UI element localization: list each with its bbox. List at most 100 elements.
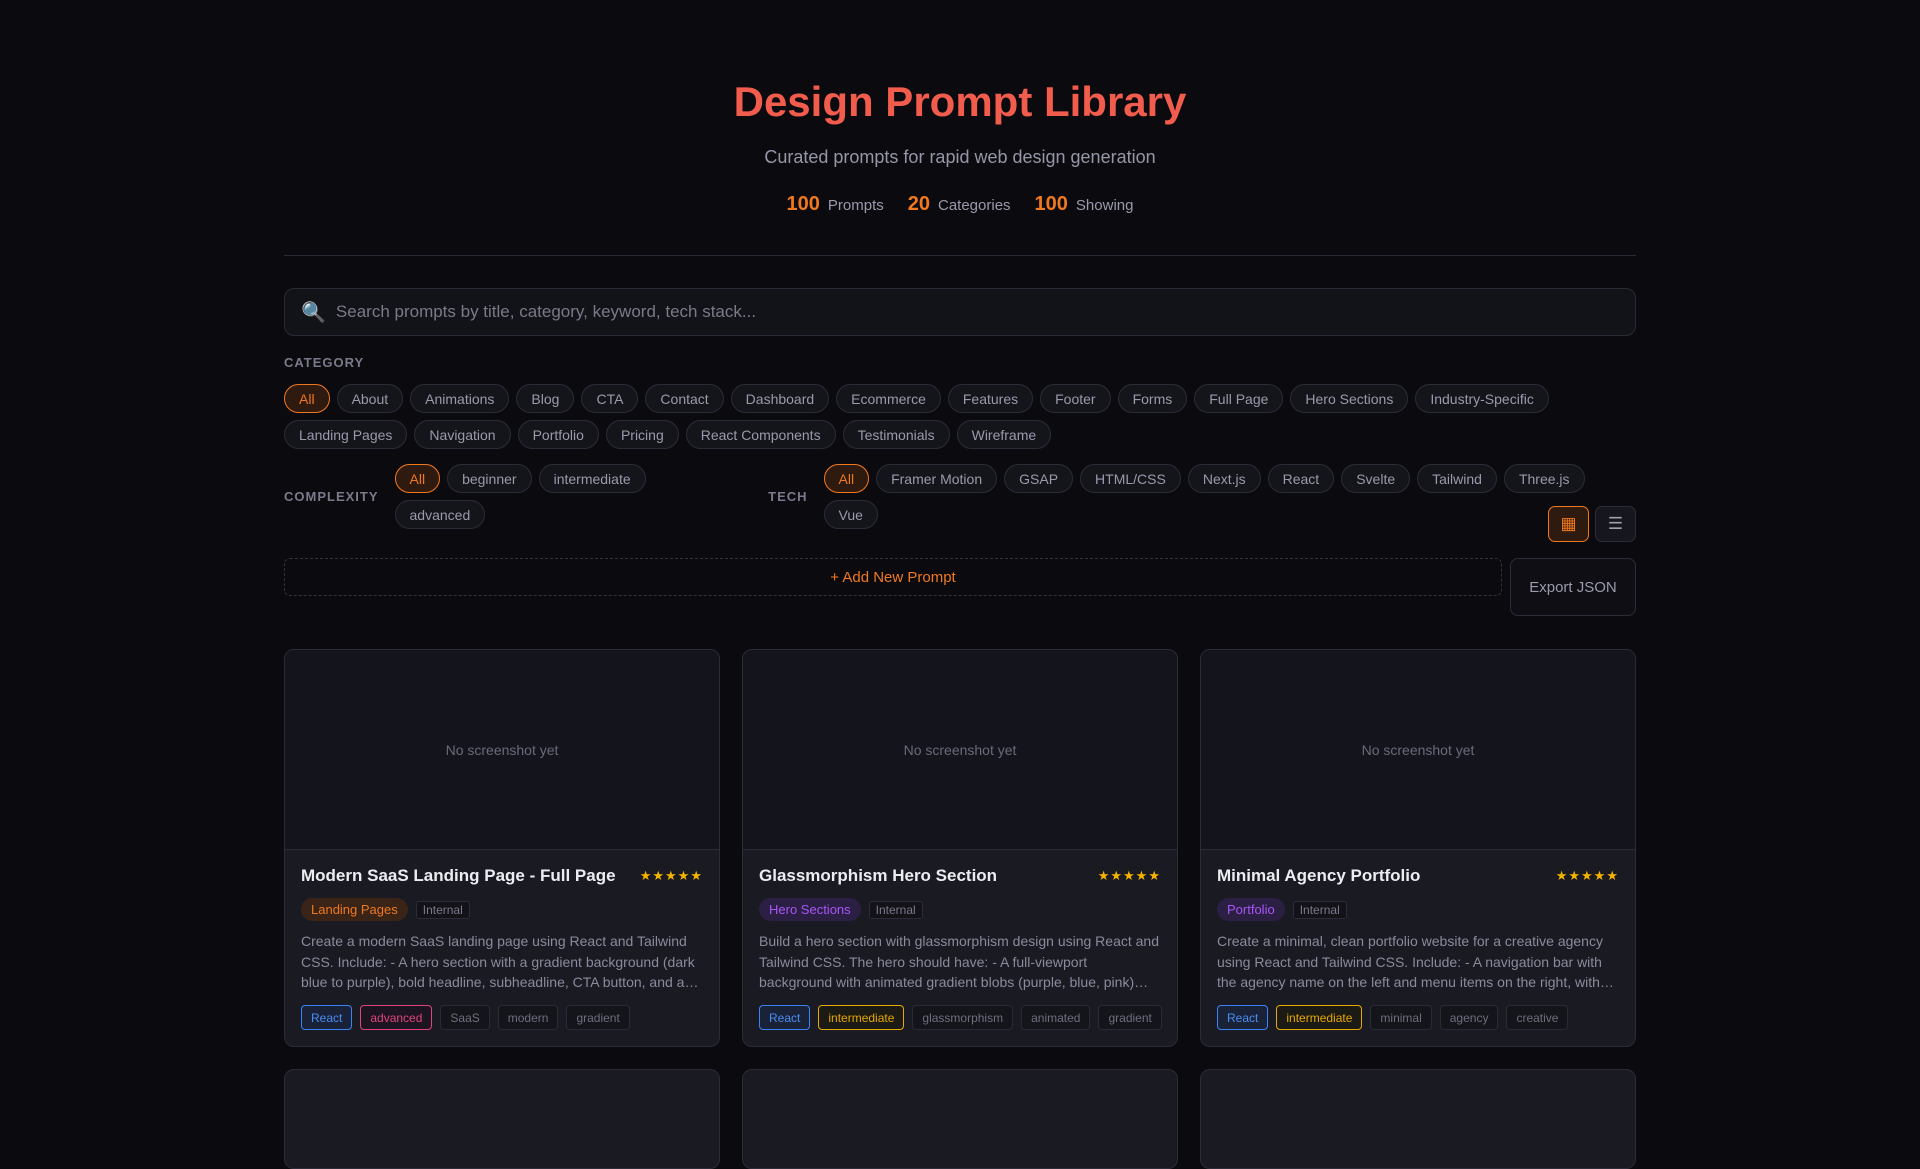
- category-chip-pricing[interactable]: Pricing: [605, 420, 679, 449]
- category-label: CATEGORY: [284, 355, 365, 370]
- tech-chip-three-js[interactable]: Three.js: [1503, 464, 1585, 493]
- stat-categories: 20 Categories: [908, 193, 1011, 216]
- divider: [284, 255, 1636, 256]
- prompt-card[interactable]: No screenshot yet Minimal Agency Portfol…: [1200, 649, 1636, 1047]
- prompt-card[interactable]: [284, 1069, 720, 1169]
- source-badge: Internal: [415, 900, 470, 919]
- screenshot-placeholder: No screenshot yet: [1201, 650, 1635, 850]
- complexity-chip-intermediate[interactable]: intermediate: [538, 464, 646, 493]
- keyword-tag: SaaS: [440, 1005, 490, 1030]
- tech-chip-all[interactable]: All: [823, 464, 870, 493]
- tech-filters: All Framer Motion GSAP HTML/CSS Next.js React…: [823, 464, 1636, 529]
- category-chip-animations[interactable]: Animations: [410, 384, 510, 413]
- tech-label: TECH: [768, 489, 808, 504]
- category-chip-dashboard[interactable]: Dashboard: [730, 384, 830, 413]
- category-chip-footer[interactable]: Footer: [1040, 384, 1111, 413]
- complexity-tag: intermediate: [1276, 1005, 1363, 1030]
- prompt-card[interactable]: [742, 1069, 1178, 1169]
- category-chip-wireframe[interactable]: Wireframe: [956, 420, 1052, 449]
- card-title: Minimal Agency Portfolio: [1217, 866, 1421, 885]
- tech-tag: React: [301, 1005, 353, 1030]
- stat-showing: 100 Showing: [1035, 193, 1134, 216]
- category-chip-cta[interactable]: CTA: [581, 384, 639, 413]
- grid-view-button[interactable]: ▦: [1548, 506, 1589, 542]
- export-json-button[interactable]: Export JSON: [1510, 558, 1636, 616]
- tech-chip-framer-motion[interactable]: Framer Motion: [876, 464, 998, 493]
- category-chip-full-page[interactable]: Full Page: [1194, 384, 1284, 413]
- card-description: Create a modern SaaS landing page using …: [301, 933, 699, 990]
- stat-value: 100: [1034, 193, 1068, 215]
- card-title: Modern SaaS Landing Page - Full Page: [301, 866, 616, 885]
- category-chip-ecommerce[interactable]: Ecommerce: [836, 384, 941, 413]
- complexity-chip-advanced[interactable]: advanced: [394, 500, 486, 529]
- keyword-tag: animated: [1021, 1005, 1091, 1030]
- category-chip-hero-sections[interactable]: Hero Sections: [1290, 384, 1409, 413]
- stat-label: Prompts: [827, 197, 884, 214]
- category-chip-forms[interactable]: Forms: [1117, 384, 1188, 413]
- prompt-card[interactable]: [1200, 1069, 1636, 1169]
- category-chip-industry-specific[interactable]: Industry-Specific: [1415, 384, 1549, 413]
- category-chip-features[interactable]: Features: [947, 384, 1034, 413]
- category-tag: Portfolio: [1217, 898, 1285, 921]
- complexity-filters: All beginner intermediate advanced: [394, 464, 740, 529]
- search-input[interactable]: [335, 302, 1586, 322]
- screenshot-placeholder: No screenshot yet: [743, 650, 1177, 850]
- tech-chip-svelte[interactable]: Svelte: [1341, 464, 1411, 493]
- tech-chip-next-js[interactable]: Next.js: [1187, 464, 1261, 493]
- complexity-tag: intermediate: [818, 1005, 905, 1030]
- stat-label: Showing: [1075, 197, 1134, 214]
- list-view-button[interactable]: ☰: [1595, 506, 1636, 542]
- keyword-tag: agency: [1439, 1005, 1499, 1030]
- card-title: Glassmorphism Hero Section: [759, 866, 998, 885]
- category-chip-landing-pages[interactable]: Landing Pages: [284, 420, 408, 449]
- card-description: Create a minimal, clean portfolio websit…: [1217, 933, 1603, 990]
- keyword-tag: gradient: [1098, 1005, 1162, 1030]
- complexity-chip-beginner[interactable]: beginner: [447, 464, 532, 493]
- category-chip-all[interactable]: All: [284, 384, 330, 413]
- keyword-tag: minimal: [1370, 1005, 1432, 1030]
- page-title: Design Prompt Library: [733, 78, 1187, 125]
- tech-chip-gsap[interactable]: GSAP: [1004, 464, 1074, 493]
- search-bar: 🔍: [284, 288, 1636, 336]
- keyword-tag: creative: [1506, 1005, 1569, 1030]
- screenshot-placeholder: No screenshot yet: [285, 650, 719, 850]
- stat-label: Categories: [938, 197, 1011, 214]
- keyword-tag: gradient: [566, 1005, 630, 1030]
- page-subtitle: Curated prompts for rapid web design gen…: [764, 147, 1156, 167]
- tech-tag: React: [759, 1005, 811, 1030]
- complexity-tech-filters: COMPLEXITY All beginner intermediate advanc…: [284, 464, 1636, 529]
- add-prompt-button[interactable]: + Add New Prompt: [284, 558, 1502, 596]
- star-rating: ★★★★★: [1097, 868, 1161, 883]
- search-icon: 🔍: [301, 301, 326, 324]
- complexity-label: COMPLEXITY: [284, 489, 379, 504]
- keyword-tag: glassmorphism: [912, 1005, 1014, 1030]
- source-badge: Internal: [1292, 900, 1347, 919]
- category-chip-contact[interactable]: Contact: [645, 384, 724, 413]
- complexity-tag: advanced: [360, 1005, 433, 1030]
- tech-chip-vue[interactable]: Vue: [823, 500, 878, 529]
- keyword-tag: modern: [497, 1005, 559, 1030]
- category-chip-portfolio[interactable]: Portfolio: [517, 420, 599, 449]
- prompt-card[interactable]: No screenshot yet Modern SaaS Landing Pa…: [284, 649, 720, 1047]
- tech-chip-react[interactable]: React: [1267, 464, 1335, 493]
- grid-icon: ▦: [1560, 514, 1577, 533]
- category-chip-navigation[interactable]: Navigation: [414, 420, 511, 449]
- stat-prompts: 100 Prompts: [787, 193, 884, 216]
- category-chip-about[interactable]: About: [336, 384, 404, 413]
- prompt-card[interactable]: No screenshot yet Glassmorphism Hero Sec…: [742, 649, 1178, 1047]
- category-tag: Hero Sections: [759, 898, 861, 921]
- category-filters: All About Animations Blog CTA Contact Dashboar…: [284, 384, 1636, 449]
- category-chip-testimonials[interactable]: Testimonials: [842, 420, 950, 449]
- category-chip-react-components[interactable]: React Components: [685, 420, 836, 449]
- tech-tag: React: [1217, 1005, 1269, 1030]
- stats: 100 Prompts 20 Categories 100 Showing: [284, 193, 1636, 216]
- list-icon: ☰: [1607, 514, 1624, 533]
- tech-chip-html-css[interactable]: HTML/CSS: [1080, 464, 1181, 493]
- complexity-chip-all[interactable]: All: [394, 464, 441, 493]
- tech-chip-tailwind[interactable]: Tailwind: [1417, 464, 1497, 493]
- star-rating: ★★★★★: [639, 868, 703, 883]
- stat-value: 100: [786, 193, 820, 215]
- category-chip-blog[interactable]: Blog: [516, 384, 575, 413]
- card-description: Build a hero section with glassmorphism …: [759, 933, 1159, 990]
- category-tag: Landing Pages: [301, 898, 408, 921]
